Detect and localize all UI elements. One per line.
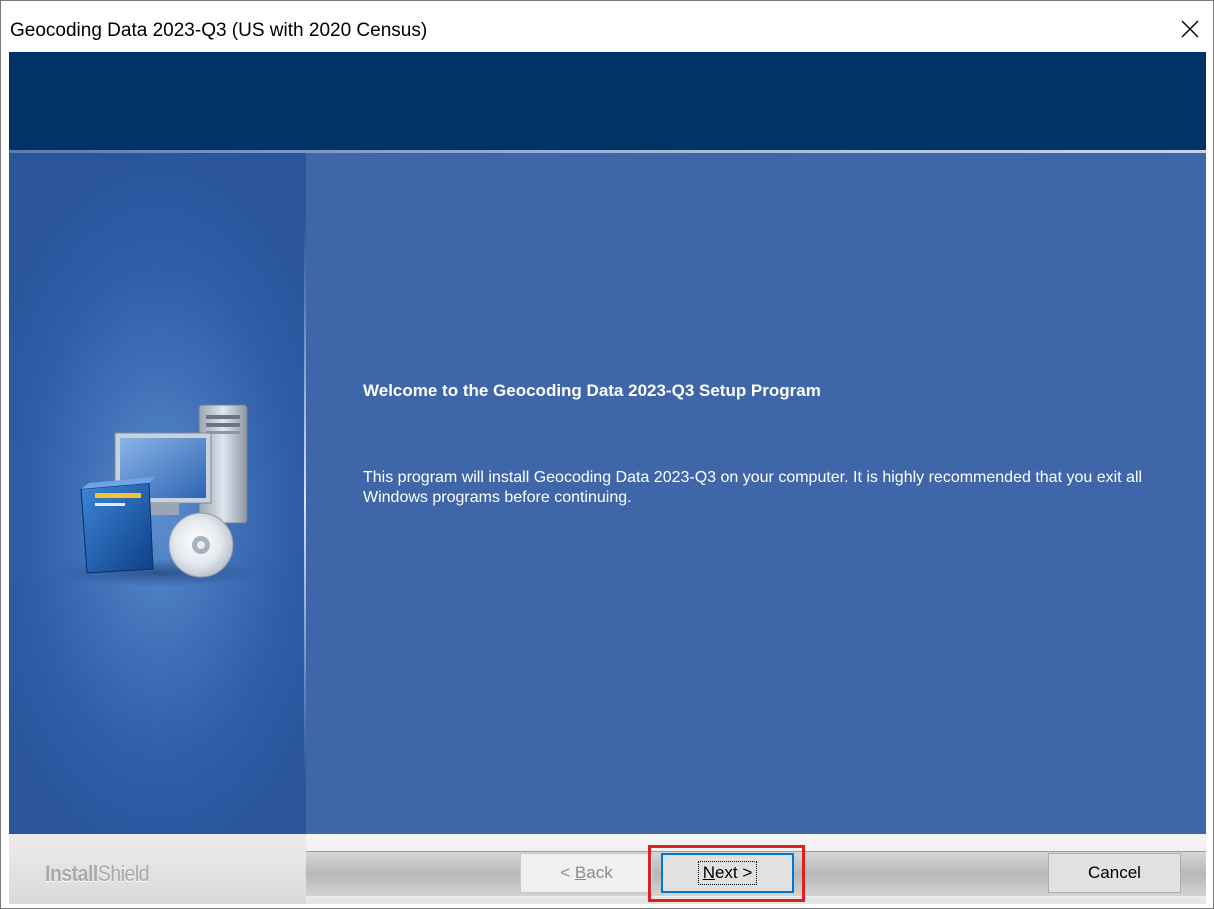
computer-install-icon bbox=[59, 404, 259, 587]
welcome-title: Welcome to the Geocoding Data 2023-Q3 Se… bbox=[363, 381, 821, 400]
close-button[interactable] bbox=[1167, 7, 1213, 51]
left-graphic-panel bbox=[9, 153, 306, 834]
close-icon bbox=[1181, 20, 1199, 38]
window-title: Geocoding Data 2023-Q3 (US with 2020 Cen… bbox=[10, 20, 428, 41]
back-button-label: < Back bbox=[560, 863, 613, 882]
next-button[interactable]: Next > bbox=[661, 853, 794, 893]
panel-divider bbox=[304, 220, 306, 780]
cancel-button[interactable]: Cancel bbox=[1048, 853, 1181, 893]
back-button[interactable]: < Back bbox=[520, 853, 653, 893]
title-bar: Geocoding Data 2023-Q3 (US with 2020 Cen… bbox=[1, 1, 1213, 51]
welcome-description: This program will install Geocoding Data… bbox=[363, 469, 1143, 506]
header-banner bbox=[9, 52, 1206, 150]
installshield-logo: InstallShield bbox=[45, 861, 150, 886]
cancel-button-label: Cancel bbox=[1088, 863, 1141, 882]
next-button-label: Next > bbox=[697, 861, 758, 885]
